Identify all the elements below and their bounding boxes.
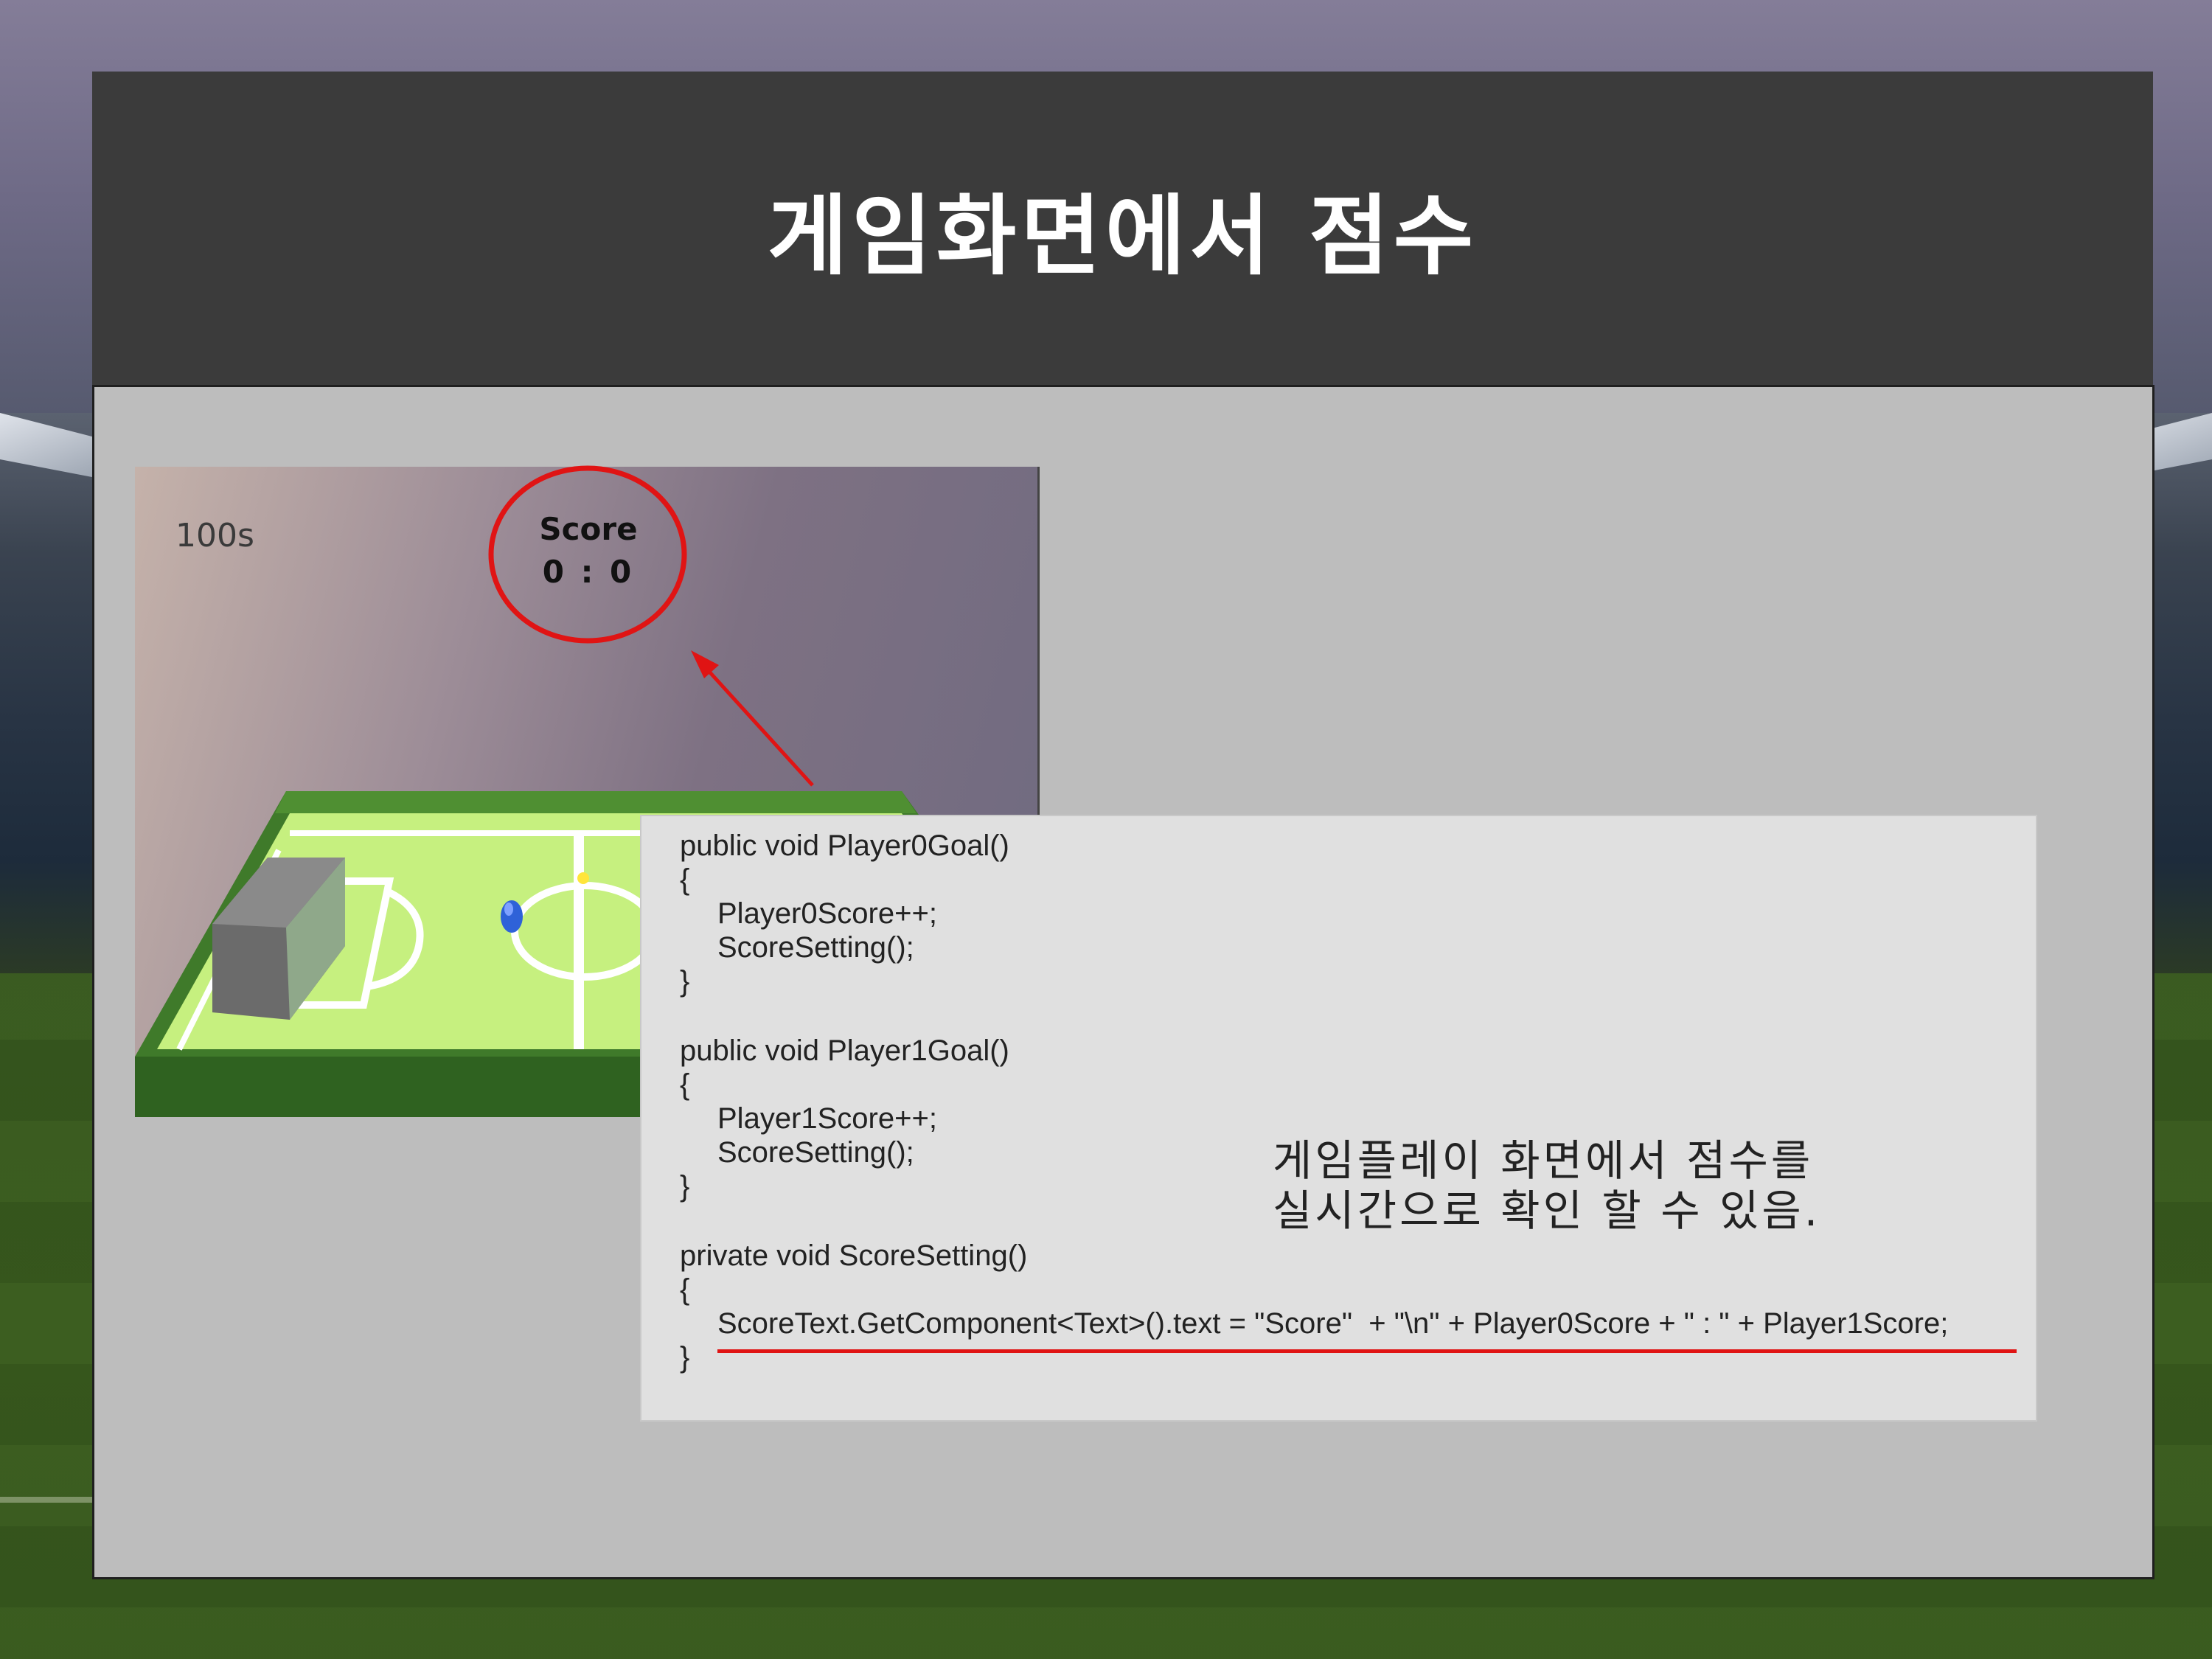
code-line: {	[680, 863, 690, 896]
caption-line-2: 실시간으로 확인 할 수 있음.	[1273, 1186, 1821, 1236]
code-line: public void Player0Goal()	[680, 830, 1009, 862]
code-line: }	[680, 965, 690, 998]
code-line: public void Player1Goal()	[680, 1034, 1009, 1067]
code-line: ScoreText.GetComponent<Text>().text = "S…	[717, 1307, 1949, 1340]
code-line: {	[680, 1273, 690, 1306]
code-highlight-underline	[717, 1349, 2017, 1353]
code-line: Player1Score++;	[717, 1102, 937, 1135]
code-line: Player0Score++;	[717, 897, 937, 930]
background-stadium-left	[0, 413, 103, 973]
code-snippet-box: public void Player0Goal() { Player0Score…	[640, 815, 2037, 1422]
code-line: }	[680, 1341, 690, 1374]
game-timer-text: 100s	[175, 517, 254, 554]
code-line: {	[680, 1068, 690, 1101]
game-score-value: 0 : 0	[542, 554, 635, 590]
slide-title: 게임화면에서 점수	[767, 185, 1478, 287]
code-line: ScoreSetting();	[717, 931, 914, 964]
slide-header: 게임화면에서 점수	[92, 72, 2153, 385]
code-line: }	[680, 1170, 690, 1203]
code-line: ScoreSetting();	[717, 1136, 914, 1169]
game-score-label: Score	[539, 511, 638, 547]
code-line: private void ScoreSetting()	[680, 1239, 1028, 1272]
